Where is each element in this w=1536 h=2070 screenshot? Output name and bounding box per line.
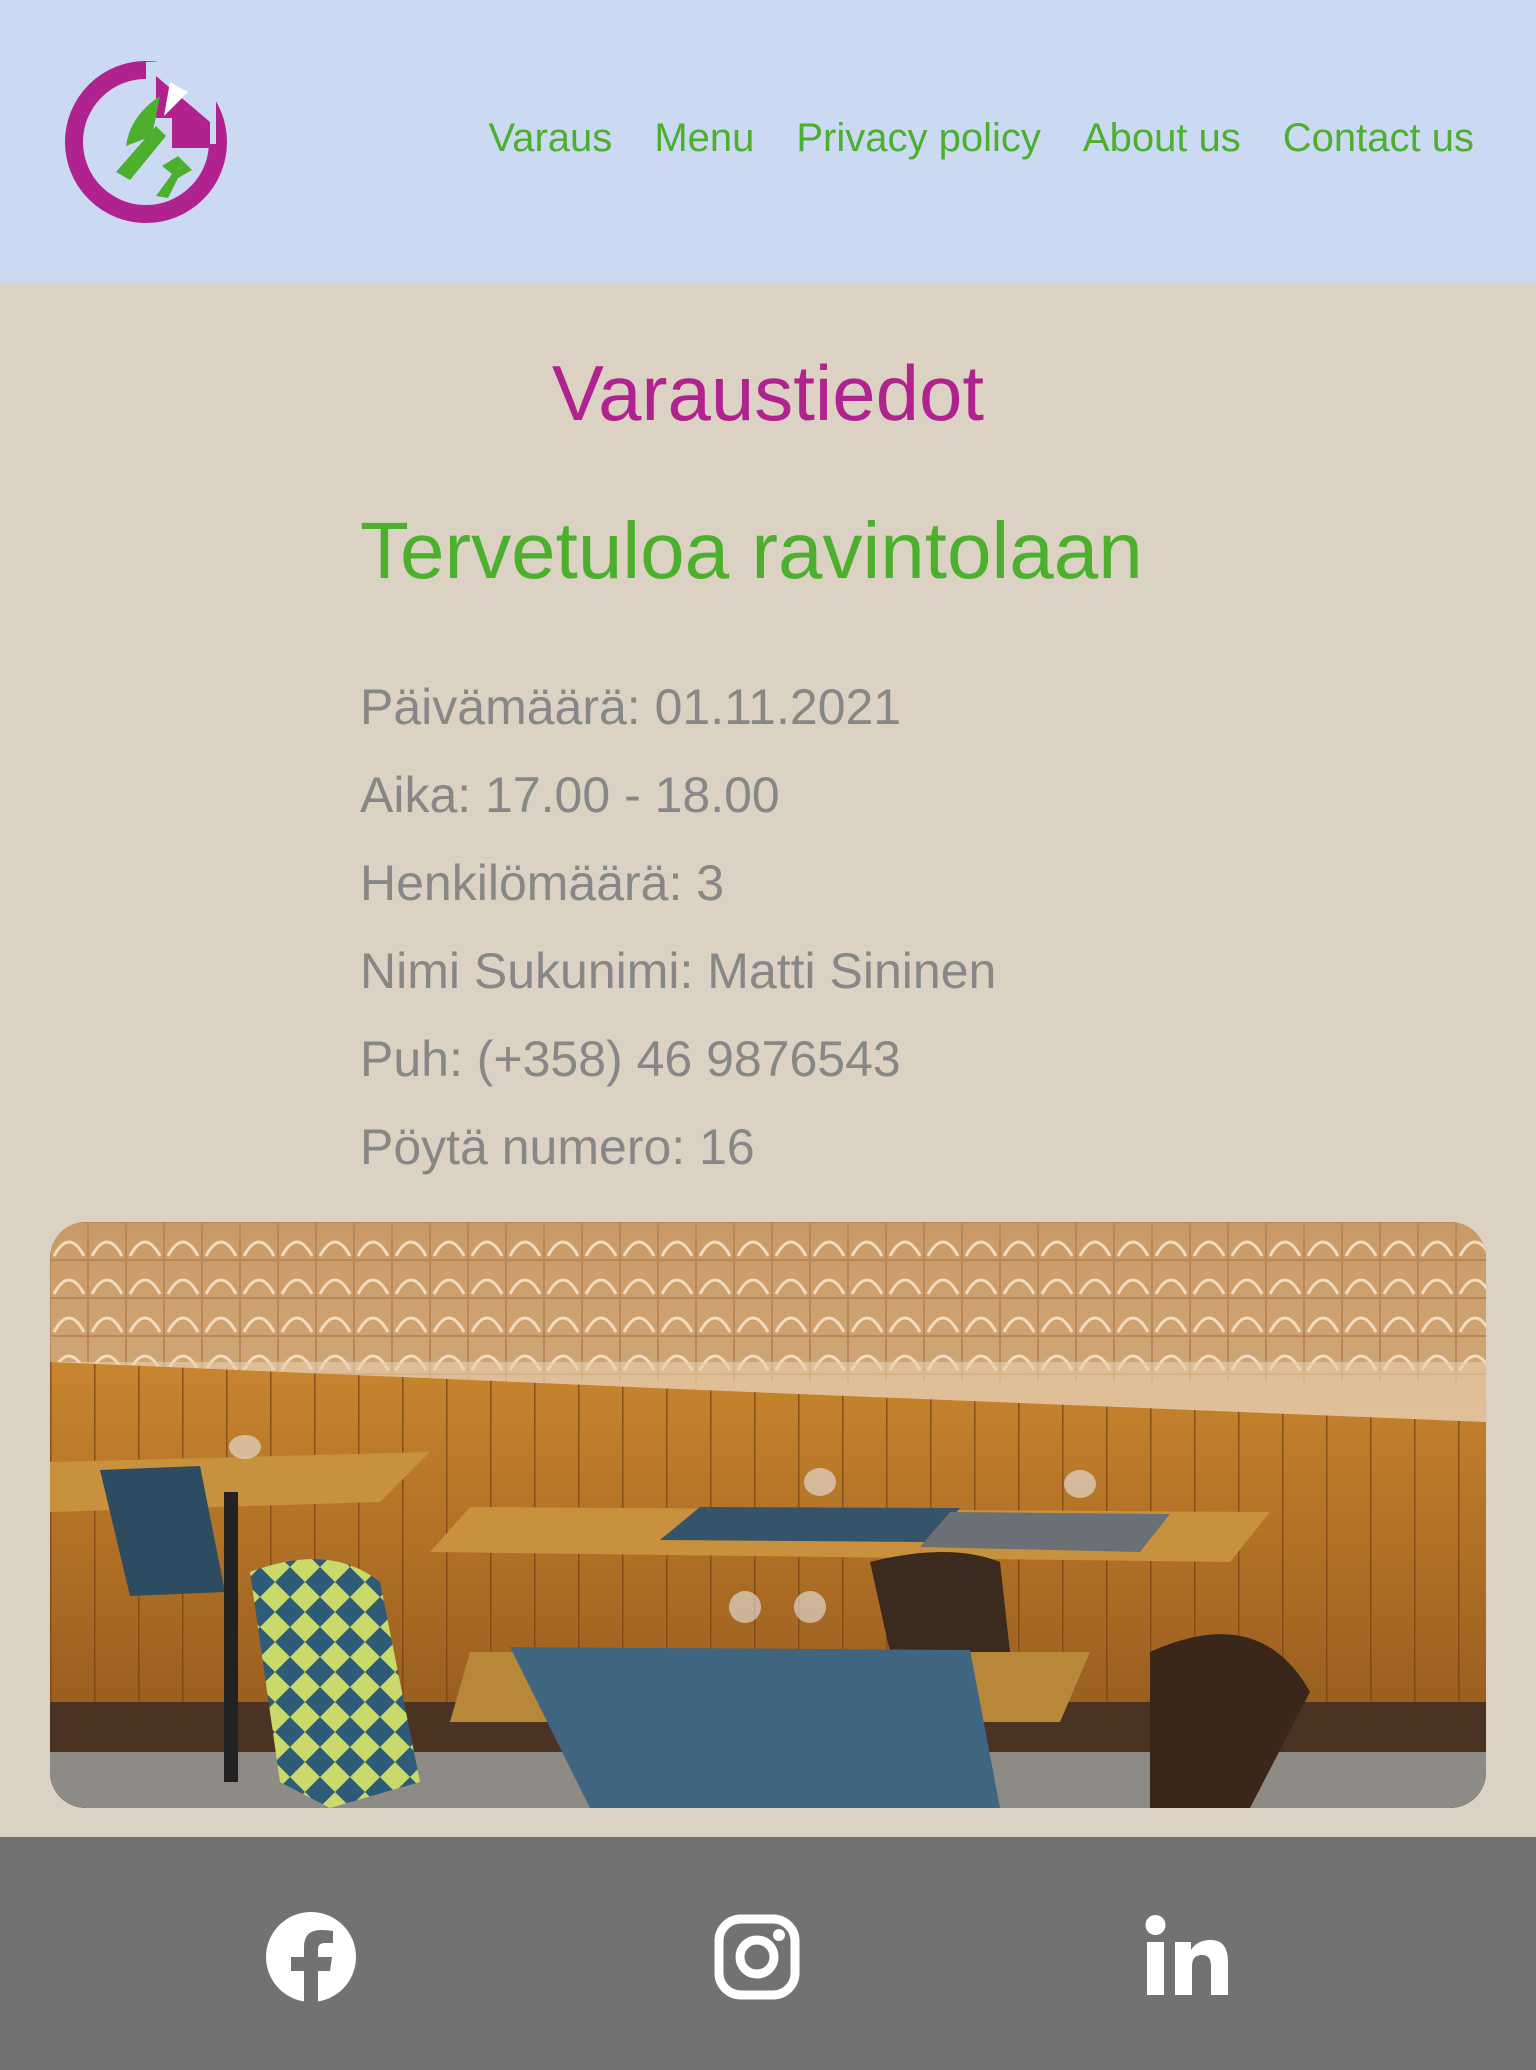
detail-phone: Puh: (+358) 46 9876543 [360, 1031, 901, 1087]
main-nav: Varaus Menu Privacy policy About us Cont… [489, 116, 1474, 161]
main-content: Varaustiedot Tervetuloa ravintolaan Päiv… [0, 283, 1536, 1837]
detail-name: Nimi Sukunimi: Matti Sininen [360, 943, 997, 999]
restaurant-logo-icon[interactable] [60, 56, 232, 228]
welcome-heading: Tervetuloa ravintolaan [360, 506, 1143, 595]
site-header: Varaus Menu Privacy policy About us Cont… [0, 0, 1536, 283]
facebook-icon [266, 1912, 356, 2005]
nav-privacy-policy[interactable]: Privacy policy [796, 116, 1041, 161]
nav-about-us[interactable]: About us [1083, 116, 1241, 161]
linkedin-link[interactable] [1139, 1909, 1235, 2005]
page-title: Varaustiedot [551, 349, 985, 437]
instagram-link[interactable] [709, 1909, 805, 2005]
nav-menu[interactable]: Menu [654, 116, 754, 161]
facebook-link[interactable] [263, 1909, 359, 2005]
detail-table-number: Pöytä numero: 16 [360, 1119, 755, 1175]
detail-date: Päivämäärä: 01.11.2021 [360, 679, 902, 735]
nav-contact-us[interactable]: Contact us [1283, 116, 1474, 161]
linkedin-icon [1145, 1915, 1228, 1995]
reservation-details: Päivämäärä: 01.11.2021 Aika: 17.00 - 18.… [360, 663, 996, 1191]
detail-time: Aika: 17.00 - 18.00 [360, 767, 780, 823]
site-footer [0, 1837, 1536, 2070]
detail-party-size: Henkilömäärä: 3 [360, 855, 725, 911]
restaurant-photo [50, 1222, 1486, 1808]
nav-varaus[interactable]: Varaus [489, 116, 613, 161]
instagram-icon [714, 1914, 800, 2000]
